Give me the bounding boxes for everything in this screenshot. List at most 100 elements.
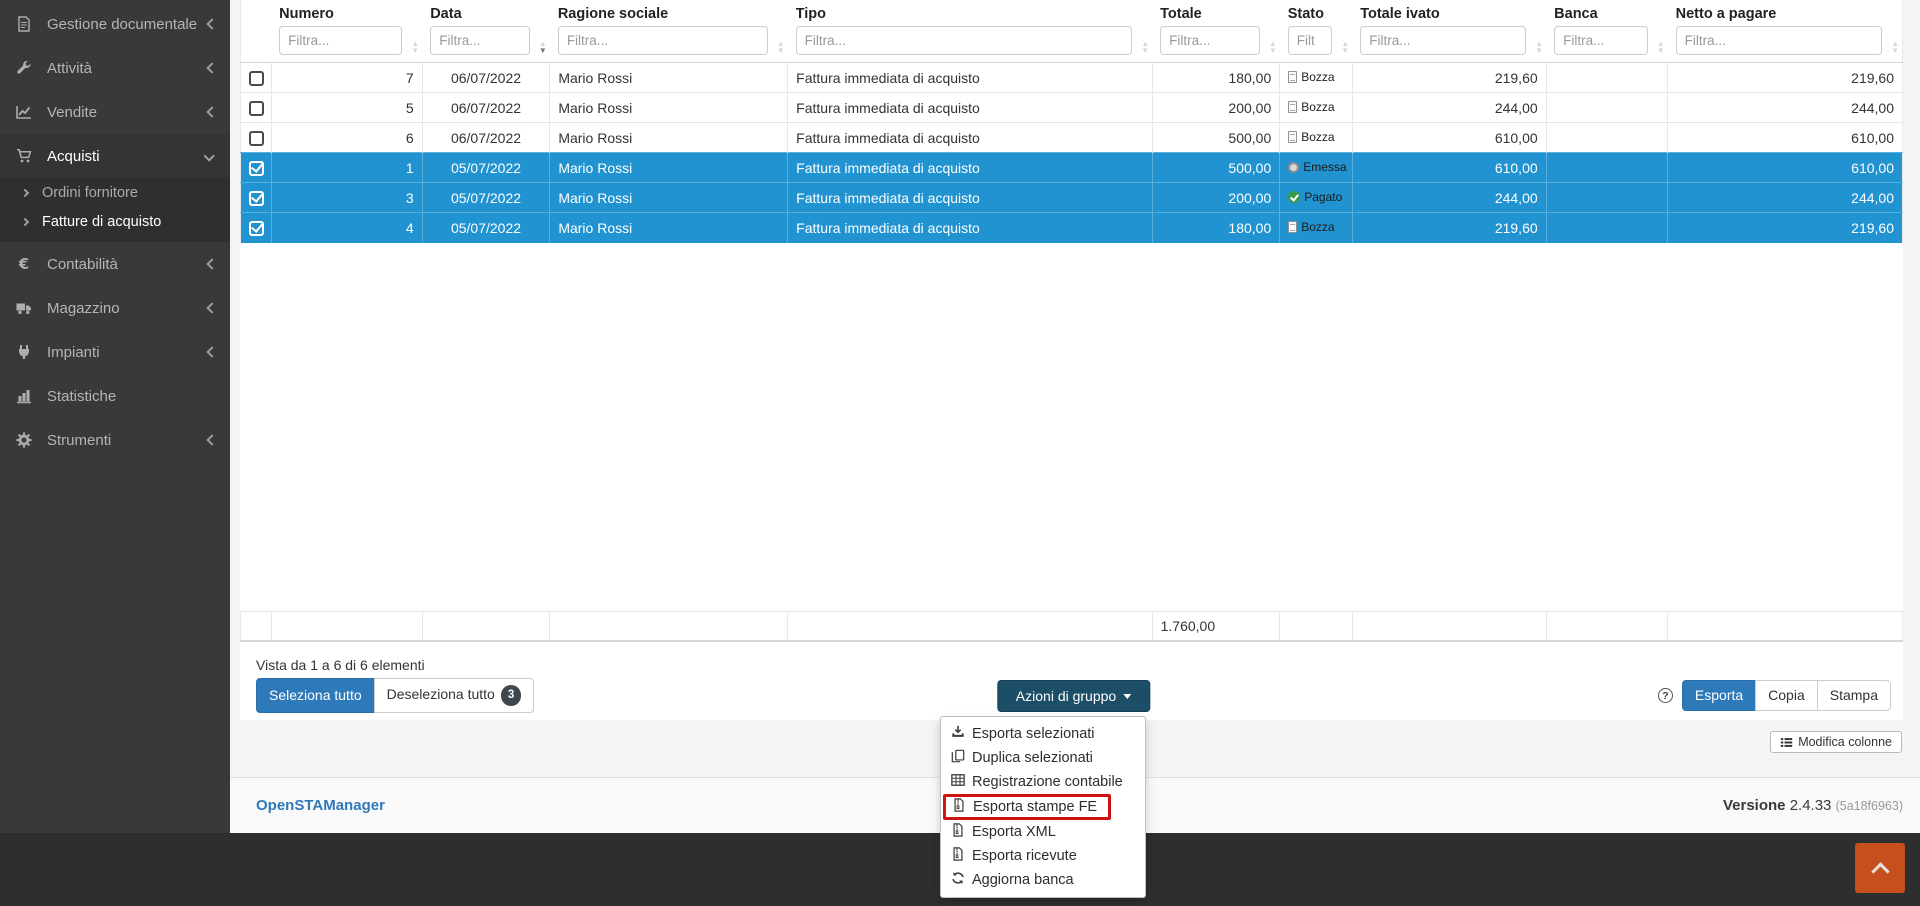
euro-icon: € [16, 256, 36, 272]
sidebar-item-vendite[interactable]: Vendite [0, 90, 230, 134]
cell-data: 06/07/2022 [422, 123, 550, 153]
cell-numero: 3 [271, 183, 422, 213]
plug-icon [16, 344, 36, 360]
copy-button[interactable]: Copia [1755, 680, 1818, 711]
copy-icon [951, 749, 965, 767]
status-label: Emessa [1303, 160, 1346, 174]
cell-totale: 180,00 [1152, 63, 1280, 93]
column-header-checkbox [241, 0, 272, 63]
group-actions-button[interactable]: Azioni di gruppo [997, 680, 1150, 712]
archive-icon [951, 847, 965, 865]
column-label: Stato [1288, 6, 1346, 22]
column-header-tipo[interactable]: Tipo▲▼ [788, 0, 1152, 63]
table-row[interactable]: 506/07/2022Mario RossiFattura immediata … [241, 93, 1903, 123]
filter-input-data[interactable] [430, 26, 530, 55]
sidebar-item-strumenti[interactable]: Strumenti [0, 418, 230, 462]
sidebar-item-label: Statistiche [47, 388, 216, 405]
table-info: Vista da 1 a 6 di 6 elementi [256, 657, 1903, 673]
menu-item-esporta-xml[interactable]: Esporta XML [941, 820, 1145, 844]
filter-input-stato[interactable] [1288, 26, 1332, 55]
select-all-button[interactable]: Seleziona tutto [256, 678, 375, 713]
sidebar-item-statistiche[interactable]: Statistiche [0, 374, 230, 418]
table-row[interactable]: 105/07/2022Mario RossiFattura immediata … [241, 153, 1903, 183]
filter-input-totale_ivato[interactable] [1360, 26, 1526, 55]
build-hash: (5a18f6963) [1836, 799, 1903, 813]
sidebar-item-acquisti[interactable]: Acquisti [0, 134, 230, 178]
totals-cell-totale_ivato [1352, 611, 1546, 641]
row-checkbox[interactable] [249, 221, 264, 236]
menu-item-esporta-selezionati[interactable]: Esporta selezionati [941, 722, 1145, 746]
table-row[interactable]: 606/07/2022Mario RossiFattura immediata … [241, 123, 1903, 153]
column-label: Totale ivato [1360, 6, 1540, 22]
menu-item-esporta-ricevute[interactable]: Esporta ricevute [941, 844, 1145, 868]
column-header-stato[interactable]: Stato▲▼ [1280, 0, 1352, 63]
totals-cell-banca [1546, 611, 1667, 641]
filter-input-netto[interactable] [1676, 26, 1882, 55]
cell-banca [1546, 93, 1667, 123]
menu-item-aggiorna-banca[interactable]: Aggiorna banca [941, 868, 1145, 892]
cell-netto: 244,00 [1668, 93, 1903, 123]
column-header-ragione_sociale[interactable]: Ragione sociale▲▼ [550, 0, 788, 63]
totals-cell-ragione_sociale [550, 611, 788, 641]
filter-input-totale[interactable] [1160, 26, 1260, 55]
group-actions-dropdown: Esporta selezionatiDuplica selezionatiRe… [940, 716, 1146, 898]
sidebar-item-fatture-di-acquisto[interactable]: Fatture di acquisto [0, 207, 230, 236]
edit-columns-button[interactable]: Modifica colonne [1770, 731, 1902, 753]
table-row[interactable]: 405/07/2022Mario RossiFattura immediata … [241, 213, 1903, 243]
main-content: Numero▲▼Data▲▼Ragione sociale▲▼Tipo▲▼Tot… [230, 0, 1920, 833]
cell-checkbox [241, 153, 272, 183]
cell-netto: 244,00 [1668, 183, 1903, 213]
filter-input-tipo[interactable] [796, 26, 1132, 55]
row-checkbox[interactable] [249, 191, 264, 206]
print-button[interactable]: Stampa [1817, 680, 1891, 711]
sidebar-item-ordini-fornitore[interactable]: Ordini fornitore [0, 178, 230, 207]
sidebar: Gestione documentaleAttivitàVenditeAcqui… [0, 0, 230, 906]
row-checkbox[interactable] [249, 161, 264, 176]
menu-item-esporta-stampe-fe[interactable]: Esporta stampe FE [943, 794, 1111, 820]
row-checkbox[interactable] [249, 71, 264, 86]
row-checkbox[interactable] [249, 101, 264, 116]
sidebar-item-impianti[interactable]: Impianti [0, 330, 230, 374]
cell-totale_ivato: 244,00 [1352, 93, 1546, 123]
scroll-top-button[interactable] [1855, 843, 1905, 893]
column-header-totale_ivato[interactable]: Totale ivato▲▼ [1352, 0, 1546, 63]
filter-input-numero[interactable] [279, 26, 402, 55]
cell-tipo: Fattura immediata di acquisto [788, 213, 1152, 243]
column-header-banca[interactable]: Banca▲▼ [1546, 0, 1667, 63]
column-label: Numero [279, 6, 416, 22]
sidebar-item-attivita[interactable]: Attività [0, 46, 230, 90]
table-row[interactable]: 305/07/2022Mario RossiFattura immediata … [241, 183, 1903, 213]
cell-numero: 5 [271, 93, 422, 123]
cell-totale: 500,00 [1152, 123, 1280, 153]
sidebar-item-gestione-documentale[interactable]: Gestione documentale [0, 2, 230, 46]
menu-item-duplica-selezionati[interactable]: Duplica selezionati [941, 746, 1145, 770]
menu-item-registrazione-contabile[interactable]: Registrazione contabile [941, 770, 1145, 794]
filter-input-banca[interactable] [1554, 26, 1647, 55]
filter-input-ragione_sociale[interactable] [558, 26, 768, 55]
cell-totale: 180,00 [1152, 213, 1280, 243]
export-button[interactable]: Esporta [1682, 680, 1756, 711]
export-button-group: Esporta Copia Stampa [1682, 680, 1891, 711]
cell-ragione_sociale: Mario Rossi [550, 213, 788, 243]
help-icon[interactable]: ? [1658, 688, 1673, 703]
cell-banca [1546, 63, 1667, 93]
cell-ragione_sociale: Mario Rossi [550, 123, 788, 153]
column-header-numero[interactable]: Numero▲▼ [271, 0, 422, 63]
column-label: Netto a pagare [1676, 6, 1896, 22]
cell-ragione_sociale: Mario Rossi [550, 63, 788, 93]
sidebar-item-contabilita[interactable]: €Contabilità [0, 242, 230, 286]
column-header-totale[interactable]: Totale▲▼ [1152, 0, 1280, 63]
column-header-netto[interactable]: Netto a pagare▲▼ [1668, 0, 1903, 63]
bar-chart-icon [16, 388, 36, 404]
status-badge: Bozza [1288, 70, 1334, 84]
cell-stato: Bozza [1280, 213, 1352, 243]
cell-tipo: Fattura immediata di acquisto [788, 123, 1152, 153]
sidebar-item-magazzino[interactable]: Magazzino [0, 286, 230, 330]
table-row[interactable]: 706/07/2022Mario RossiFattura immediata … [241, 63, 1903, 93]
row-checkbox[interactable] [249, 131, 264, 146]
chevron-left-icon [206, 62, 217, 73]
deselect-all-button[interactable]: Deseleziona tutto3 [374, 678, 535, 713]
footer-brand-link[interactable]: OpenSTAManager [256, 797, 385, 814]
column-header-data[interactable]: Data▲▼ [422, 0, 550, 63]
status-label: Bozza [1301, 130, 1334, 144]
